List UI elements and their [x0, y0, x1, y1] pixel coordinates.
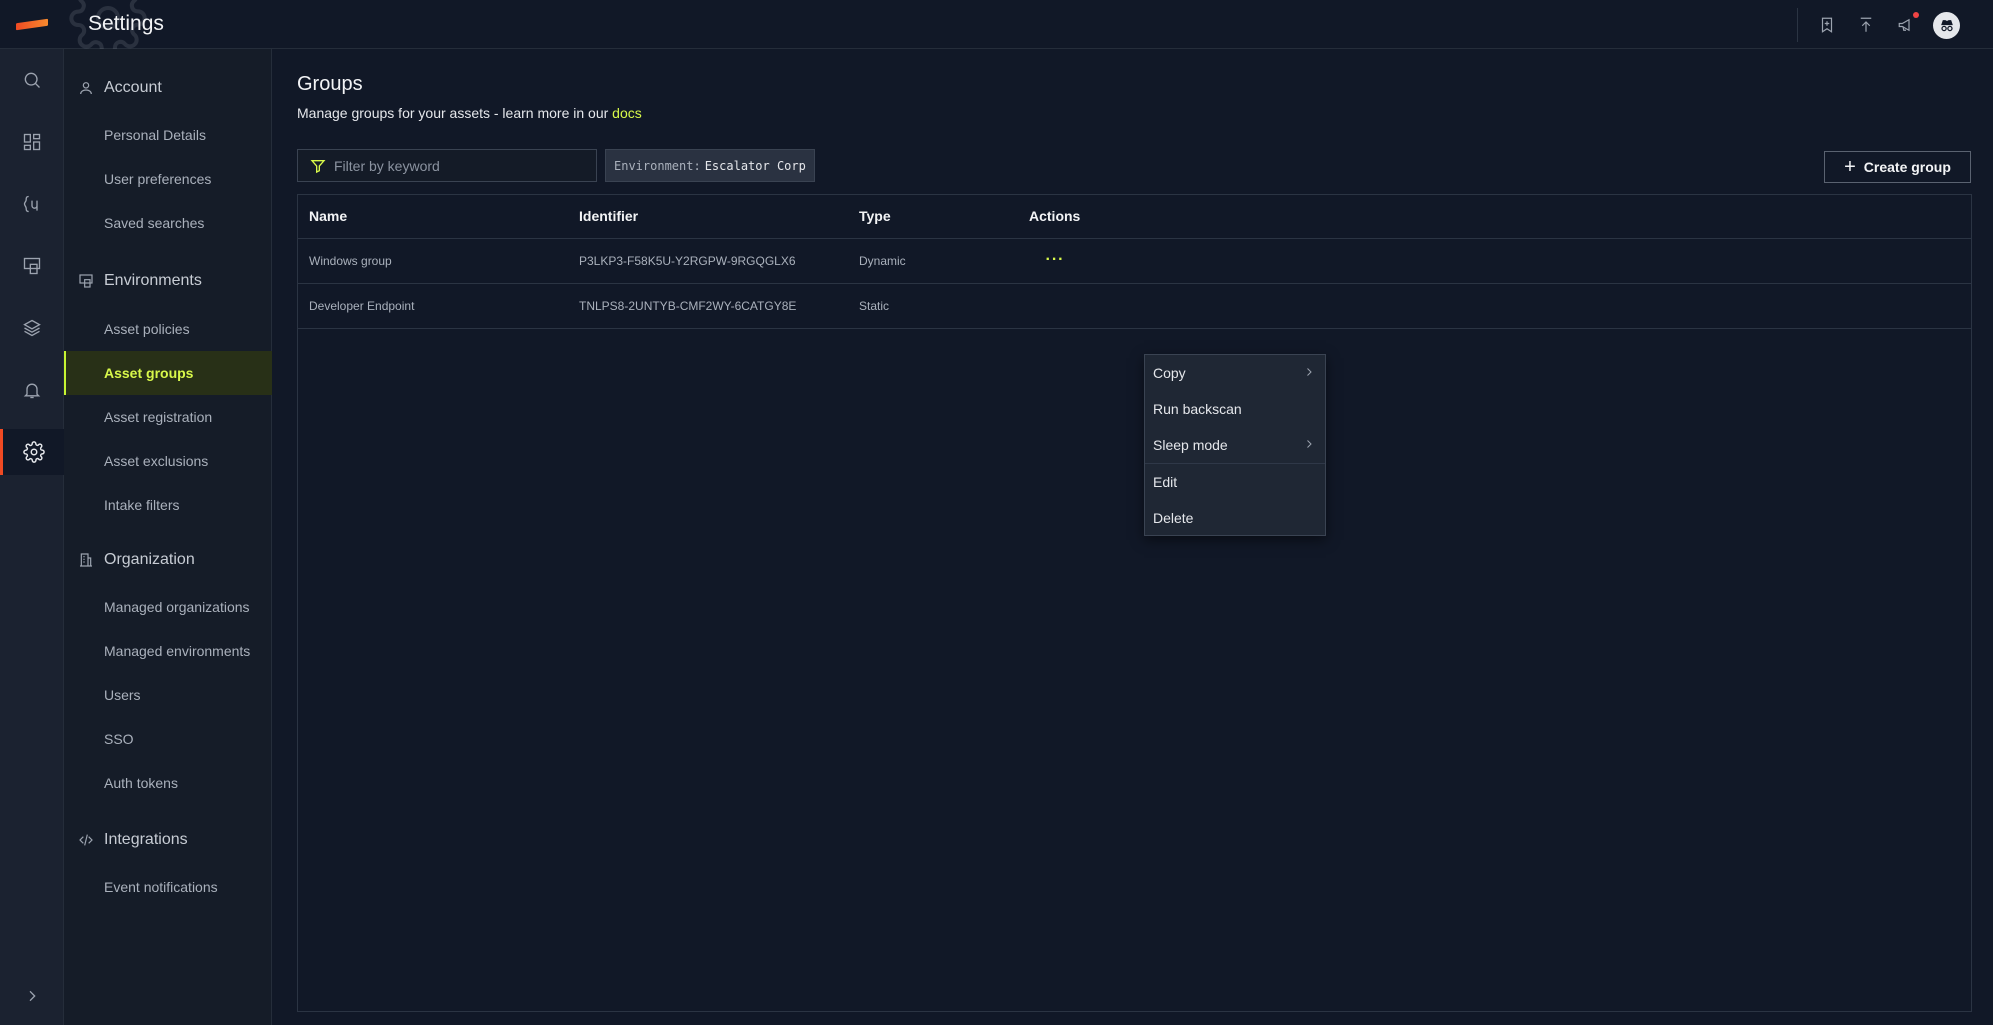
sidebar-item-asset-policies[interactable]: Asset policies — [64, 307, 272, 351]
row-identifier: TNLPS8-2UNTYB-CMF2WY-6CATGY8E — [579, 299, 797, 313]
dashboard-icon[interactable] — [0, 119, 64, 165]
sidebar-item-users[interactable]: Users — [64, 673, 272, 717]
sidebar-item-intake-filters[interactable]: Intake filters — [64, 483, 272, 527]
sidebar-item-managed-environments[interactable]: Managed environments — [64, 629, 272, 673]
announcement-icon[interactable] — [1893, 12, 1919, 38]
create-group-button[interactable]: + Create group — [1824, 151, 1971, 183]
building-icon — [78, 552, 94, 568]
section-environments: Environments — [64, 266, 272, 296]
logo[interactable] — [0, 0, 64, 49]
user-icon — [78, 80, 94, 96]
sidebar-item-asset-exclusions[interactable]: Asset exclusions — [64, 439, 272, 483]
bell-icon[interactable] — [0, 367, 64, 413]
environment-chip-key: Environment: — [614, 158, 701, 173]
notification-dot — [1913, 12, 1919, 18]
assets-icon[interactable] — [0, 243, 64, 289]
sidebar-item-auth-tokens[interactable]: Auth tokens — [64, 761, 272, 805]
menu-item-sleep-mode[interactable]: Sleep mode — [1145, 427, 1325, 463]
code-icon — [78, 832, 94, 848]
bookmark-icon[interactable] — [1814, 12, 1840, 38]
row-type: Dynamic — [859, 254, 906, 268]
page-title: Groups — [297, 73, 363, 95]
column-header-type[interactable]: Type — [859, 208, 891, 224]
sidebar-item-sso[interactable]: SSO — [64, 717, 272, 761]
section-label: Organization — [104, 551, 195, 568]
upload-icon[interactable] — [1853, 12, 1879, 38]
menu-item-delete[interactable]: Delete — [1145, 500, 1325, 536]
column-header-name[interactable]: Name — [309, 208, 347, 224]
sidebar-item-saved-searches[interactable]: Saved searches — [64, 201, 272, 245]
settings-gear-icon[interactable] — [0, 429, 64, 475]
query-icon[interactable] — [0, 181, 64, 227]
expand-chevron-icon[interactable] — [0, 973, 64, 1019]
plus-icon: + — [1844, 156, 1856, 178]
menu-item-copy[interactable]: Copy — [1145, 355, 1325, 391]
filter-box[interactable] — [297, 149, 597, 182]
row-name: Developer Endpoint — [309, 299, 415, 313]
section-label: Integrations — [104, 831, 188, 848]
sidebar-item-event-notifications[interactable]: Event notifications — [64, 865, 272, 909]
docs-link[interactable]: docs — [612, 105, 642, 121]
row-actions-menu-icon[interactable]: ··· — [1043, 249, 1067, 271]
subtitle-text: Manage groups for your assets - learn mo… — [297, 105, 609, 121]
table-header: Name Identifier Type Actions — [298, 195, 1971, 239]
environment-chip[interactable]: Environment: Escalator Corp — [605, 149, 815, 182]
column-header-identifier[interactable]: Identifier — [579, 208, 638, 224]
section-organization: Organization — [64, 545, 272, 575]
table-row[interactable]: Developer Endpoint TNLPS8-2UNTYB-CMF2WY-… — [298, 284, 1971, 329]
avatar[interactable] — [1933, 12, 1960, 39]
sidebar-item-managed-organizations[interactable]: Managed organizations — [64, 585, 272, 629]
groups-table: Name Identifier Type Actions Windows gro… — [297, 194, 1972, 1012]
row-type: Static — [859, 299, 890, 313]
menu-item-edit[interactable]: Edit — [1145, 464, 1325, 500]
search-icon[interactable] — [0, 57, 64, 103]
environment-chip-value: Escalator Corp — [704, 158, 806, 173]
section-label: Account — [104, 79, 162, 96]
filter-input[interactable] — [334, 157, 584, 174]
row-name: Windows group — [309, 254, 392, 268]
sidebar-item-asset-groups[interactable]: Asset groups — [64, 351, 272, 395]
layers-icon[interactable] — [0, 305, 64, 351]
top-bar: Settings — [0, 0, 1993, 57]
column-header-actions: Actions — [1029, 208, 1081, 224]
logo-mark — [16, 18, 48, 31]
menu-item-run-backscan[interactable]: Run backscan — [1145, 391, 1325, 427]
chevron-right-icon — [1307, 440, 1312, 448]
menu-item-label: Copy — [1153, 365, 1186, 381]
row-context-menu: Copy Run backscan Sleep mode Edit Delete — [1144, 354, 1326, 536]
main-content: Groups Manage groups for your assets - l… — [272, 49, 1993, 1025]
chevron-right-icon — [1307, 368, 1312, 376]
topbar-divider — [1797, 8, 1798, 42]
row-identifier: P3LKP3-F58K5U-Y2RGPW-9RGQGLX6 — [579, 254, 796, 268]
sidebar-item-personal-details[interactable]: Personal Details — [64, 113, 272, 157]
nav-rail — [0, 49, 64, 1025]
menu-item-label: Sleep mode — [1153, 437, 1228, 453]
page-subtitle: Manage groups for your assets - learn mo… — [297, 105, 642, 121]
environment-icon — [78, 273, 94, 289]
sidebar-item-user-preferences[interactable]: User preferences — [64, 157, 272, 201]
section-label: Environments — [104, 272, 202, 289]
page-header-title: Settings — [88, 12, 164, 35]
table-row[interactable]: Windows group P3LKP3-F58K5U-Y2RGPW-9RGQG… — [298, 239, 1971, 284]
create-group-label: Create group — [1863, 159, 1951, 175]
settings-sidebar: Account Personal Details User preference… — [64, 49, 272, 1025]
section-integrations: Integrations — [64, 825, 272, 855]
filter-icon — [310, 159, 326, 173]
section-account: Account — [64, 73, 272, 103]
sidebar-item-asset-registration[interactable]: Asset registration — [64, 395, 272, 439]
